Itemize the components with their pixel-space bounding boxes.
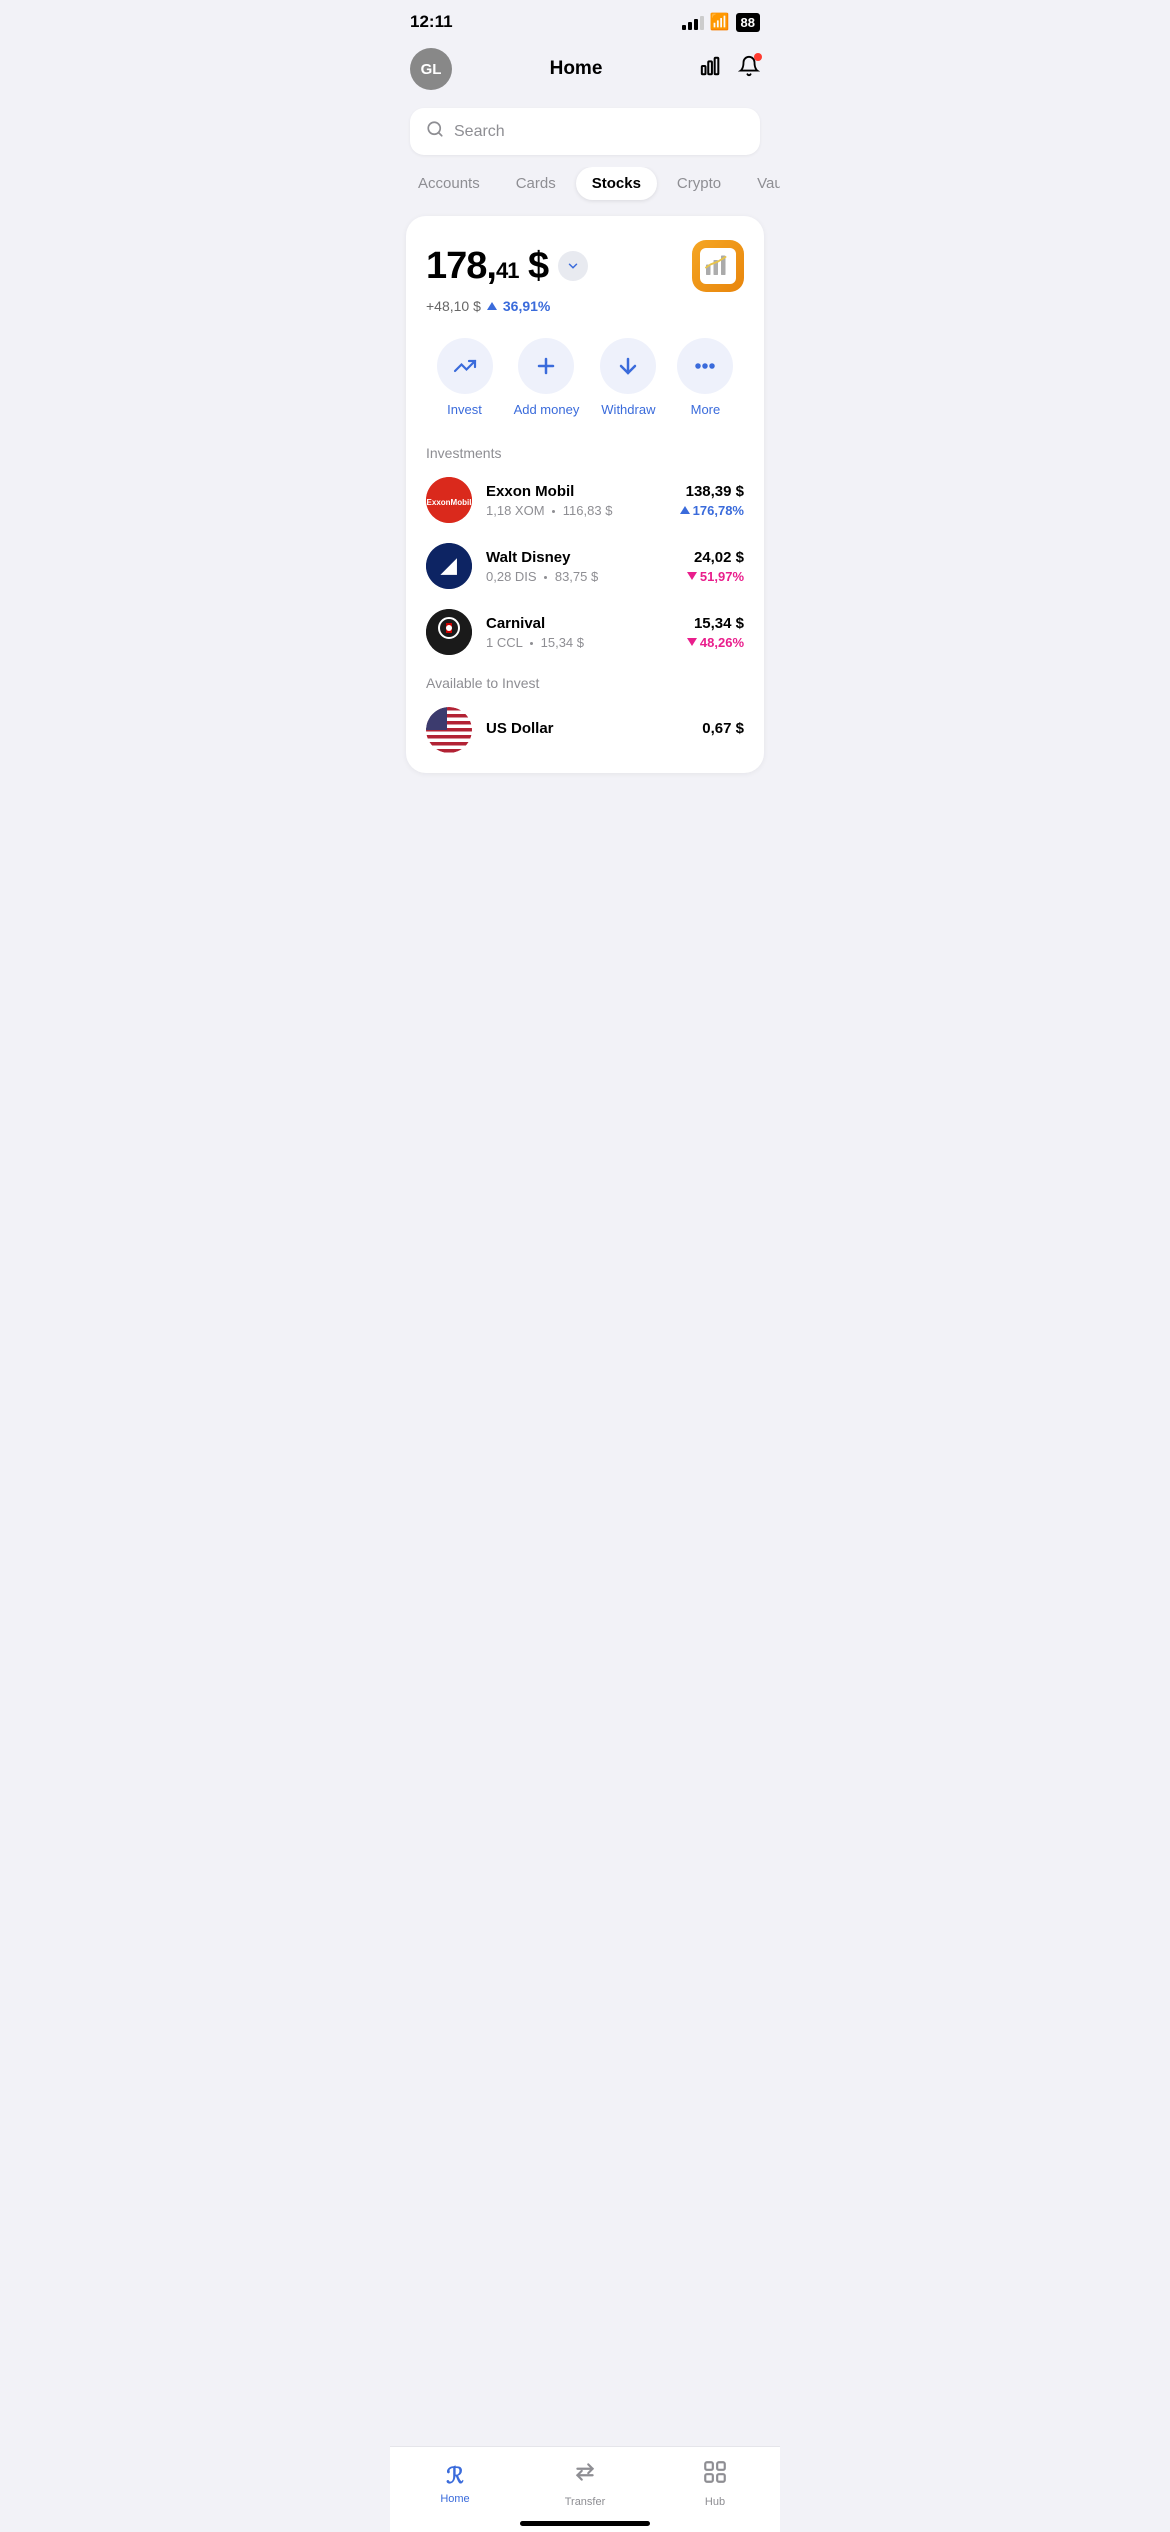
home-indicator <box>520 2521 650 2526</box>
tabs-bar: Accounts Cards Stocks Crypto Vaults <box>390 167 780 216</box>
carnival-values: 15,34 $ 48,26% <box>687 615 744 650</box>
tab-cards[interactable]: Cards <box>500 167 572 200</box>
add-money-button[interactable]: Add money <box>514 338 580 417</box>
search-bar[interactable]: Search <box>410 108 760 155</box>
search-icon <box>426 120 444 143</box>
home-nav-label: Home <box>440 2493 469 2505</box>
change-percentage: 36,91% <box>503 298 550 314</box>
carnival-pct: 48,26% <box>687 635 744 650</box>
balance-left: 178,41 $ <box>426 245 588 288</box>
more-label: More <box>691 402 721 417</box>
usd-values: 0,67 $ <box>702 720 744 740</box>
svg-text:ExxonMobil: ExxonMobil <box>427 498 472 507</box>
invest-label: Invest <box>447 402 482 417</box>
action-buttons: Invest Add money Withdraw <box>426 338 744 417</box>
balance-amount: 178,41 $ <box>426 245 548 288</box>
transfer-nav-label: Transfer <box>565 2496 606 2508</box>
search-container: Search <box>390 102 780 167</box>
carnival-trend-icon <box>687 638 697 646</box>
list-item[interactable]: ◢ Walt Disney 0,28 DIS 83,75 $ 24,02 $ 5… <box>426 543 744 589</box>
disney-pct: 51,97% <box>687 569 744 584</box>
exxon-meta: 1,18 XOM 116,83 $ <box>486 503 666 518</box>
nav-home[interactable]: ℛ Home <box>425 2463 485 2505</box>
withdraw-icon <box>600 338 656 394</box>
hub-nav-icon <box>702 2459 728 2492</box>
wifi-icon: 📶 <box>710 12 730 32</box>
withdraw-label: Withdraw <box>601 402 655 417</box>
transfer-nav-icon <box>572 2459 598 2492</box>
nav-hub[interactable]: Hub <box>685 2459 745 2508</box>
usd-name: US Dollar <box>486 720 688 737</box>
invest-button[interactable]: Invest <box>437 338 493 417</box>
list-item[interactable]: ExxonMobil Exxon Mobil 1,18 XOM 116,83 $… <box>426 477 744 523</box>
exxon-name: Exxon Mobil <box>486 483 666 500</box>
disney-logo: ◢ <box>426 543 472 589</box>
nav-transfer[interactable]: Transfer <box>555 2459 615 2508</box>
svg-text:◢: ◢ <box>440 555 457 577</box>
page-title: Home <box>550 58 603 80</box>
signal-bars-icon <box>682 14 704 30</box>
carnival-meta: 1 CCL 15,34 $ <box>486 635 673 650</box>
status-bar: 12:11 📶 88 <box>390 0 780 40</box>
investments-section-label: Investments <box>426 445 744 461</box>
status-icons: 📶 88 <box>682 12 760 32</box>
more-icon <box>677 338 733 394</box>
exxon-values: 138,39 $ 176,78% <box>680 483 744 518</box>
disney-amount: 24,02 $ <box>687 549 744 566</box>
disney-values: 24,02 $ 51,97% <box>687 549 744 584</box>
carnival-info: Carnival 1 CCL 15,34 $ <box>486 615 673 650</box>
hub-nav-label: Hub <box>705 2496 725 2508</box>
trend-up-icon <box>487 302 497 310</box>
add-money-label: Add money <box>514 402 580 417</box>
available-section: Available to Invest US Dollar 0,67 $ <box>426 675 744 753</box>
more-button[interactable]: More <box>677 338 733 417</box>
bottom-nav: ℛ Home Transfer Hub <box>390 2446 780 2532</box>
disney-meta: 0,28 DIS 83,75 $ <box>486 569 673 584</box>
us-flag-icon <box>426 707 472 753</box>
balance-row: 178,41 $ <box>426 240 744 292</box>
header: GL Home <box>390 40 780 102</box>
battery-icon: 88 <box>736 13 760 32</box>
search-placeholder: Search <box>454 123 505 141</box>
tab-crypto[interactable]: Crypto <box>661 167 737 200</box>
tab-stocks[interactable]: Stocks <box>576 167 657 200</box>
change-amount: +48,10 $ <box>426 298 481 314</box>
balance-dropdown-button[interactable] <box>558 251 588 281</box>
avatar[interactable]: GL <box>410 48 452 90</box>
available-section-label: Available to Invest <box>426 675 744 691</box>
carnival-name: Carnival <box>486 615 673 632</box>
list-item[interactable]: Carnival 1 CCL 15,34 $ 15,34 $ 48,26% <box>426 609 744 655</box>
add-money-icon <box>518 338 574 394</box>
exxon-pct: 176,78% <box>680 503 744 518</box>
disney-trend-icon <box>687 572 697 580</box>
exxon-logo: ExxonMobil <box>426 477 472 523</box>
invest-icon <box>437 338 493 394</box>
list-item[interactable]: US Dollar 0,67 $ <box>426 707 744 753</box>
header-actions <box>700 55 760 83</box>
usd-amount: 0,67 $ <box>702 720 744 737</box>
notification-dot <box>754 53 762 61</box>
exxon-trend-icon <box>680 506 690 514</box>
disney-name: Walt Disney <box>486 549 673 566</box>
exxon-amount: 138,39 $ <box>680 483 744 500</box>
analytics-icon[interactable] <box>700 55 722 83</box>
notifications-icon[interactable] <box>738 55 760 83</box>
portfolio-card: 178,41 $ +48,10 $ 36,91% <box>406 216 764 773</box>
home-nav-icon: ℛ <box>446 2463 464 2489</box>
change-row: +48,10 $ 36,91% <box>426 298 744 314</box>
carnival-amount: 15,34 $ <box>687 615 744 632</box>
tab-vaults[interactable]: Vaults <box>741 167 780 200</box>
exxon-info: Exxon Mobil 1,18 XOM 116,83 $ <box>486 483 666 518</box>
disney-info: Walt Disney 0,28 DIS 83,75 $ <box>486 549 673 584</box>
usd-info: US Dollar <box>486 720 688 740</box>
status-time: 12:11 <box>410 12 453 32</box>
stock-logo <box>692 240 744 292</box>
tab-accounts[interactable]: Accounts <box>402 167 496 200</box>
carnival-logo <box>426 609 472 655</box>
withdraw-button[interactable]: Withdraw <box>600 338 656 417</box>
